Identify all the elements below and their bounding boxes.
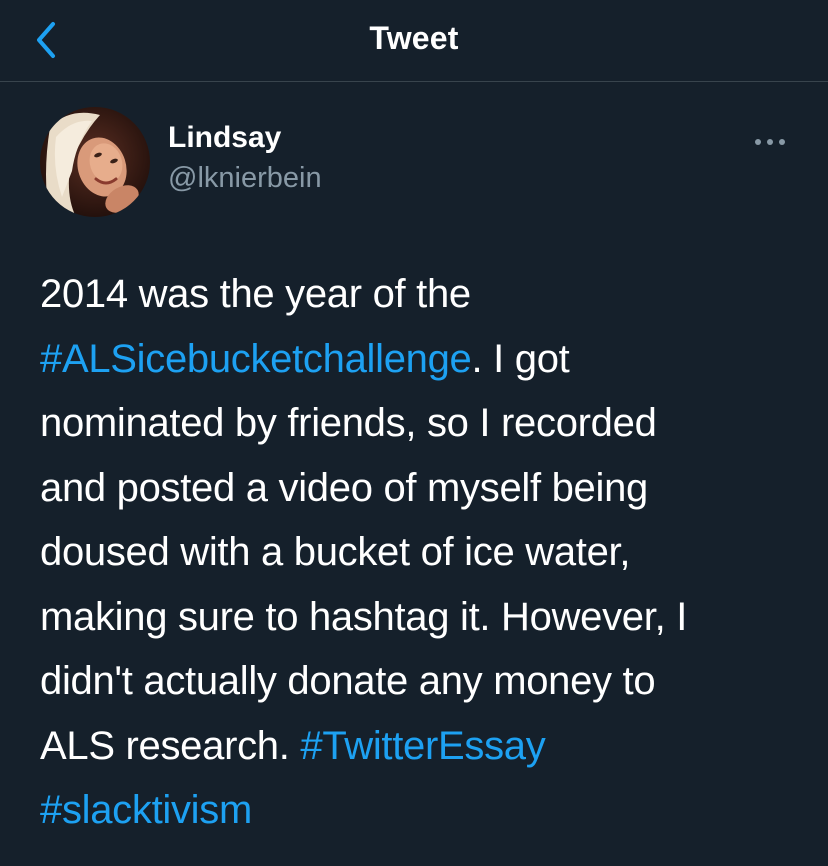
author-names: Lindsay @lknierbein	[168, 118, 322, 198]
tweet-text-line: ALS research. #TwitterEssay	[40, 714, 800, 779]
tweet-author: Lindsay @lknierbein	[40, 106, 322, 218]
tweet-text-line: and posted a video of myself being	[40, 456, 800, 521]
avatar[interactable]	[40, 107, 150, 217]
hashtag-link[interactable]: #TwitterEssay	[300, 724, 545, 768]
tweet-text-line: making sure to hashtag it. However, I	[40, 585, 800, 650]
more-options-button[interactable]	[750, 128, 790, 156]
tweet-body: 2014 was the year of the #ALSicebucketcha…	[40, 262, 800, 843]
tweet-text-segment: 2014 was the year of the	[40, 272, 471, 316]
hashtag-link[interactable]: #slacktivism	[40, 788, 252, 832]
tweet-text-segment: . I got	[471, 336, 570, 381]
tweet-text-segment: doused with a bucket of ice water,	[40, 530, 631, 574]
tweet-text-segment: didn't actually donate any money to	[40, 659, 656, 703]
display-name[interactable]: Lindsay	[168, 118, 322, 158]
tweet-text-segment: ALS research.	[40, 723, 301, 768]
tweet-text-line: #ALSicebucketchallenge. I got	[40, 327, 800, 392]
tweet-text-segment: making sure to hashtag it. However, I	[40, 594, 688, 639]
tweet-text-line: #slacktivism	[40, 778, 800, 843]
tweet-text-line: didn't actually donate any money to	[40, 649, 800, 714]
user-handle[interactable]: @lknierbein	[168, 158, 322, 198]
more-horizontal-icon	[755, 139, 785, 145]
hashtag-link[interactable]: #ALSicebucketchallenge	[40, 337, 472, 381]
tweet-text-line: doused with a bucket of ice water,	[40, 520, 800, 585]
avatar-photo	[40, 107, 150, 217]
tweet-text-segment: and posted a video of myself being	[40, 465, 648, 510]
page-title: Tweet	[369, 20, 459, 56]
tweet-text-line: 2014 was the year of the	[40, 262, 800, 327]
top-bar: Tweet	[0, 0, 828, 82]
tweet-text-line: nominated by friends, so I recorded	[40, 391, 800, 456]
tweet-text-segment: nominated by friends, so I recorded	[40, 401, 657, 445]
